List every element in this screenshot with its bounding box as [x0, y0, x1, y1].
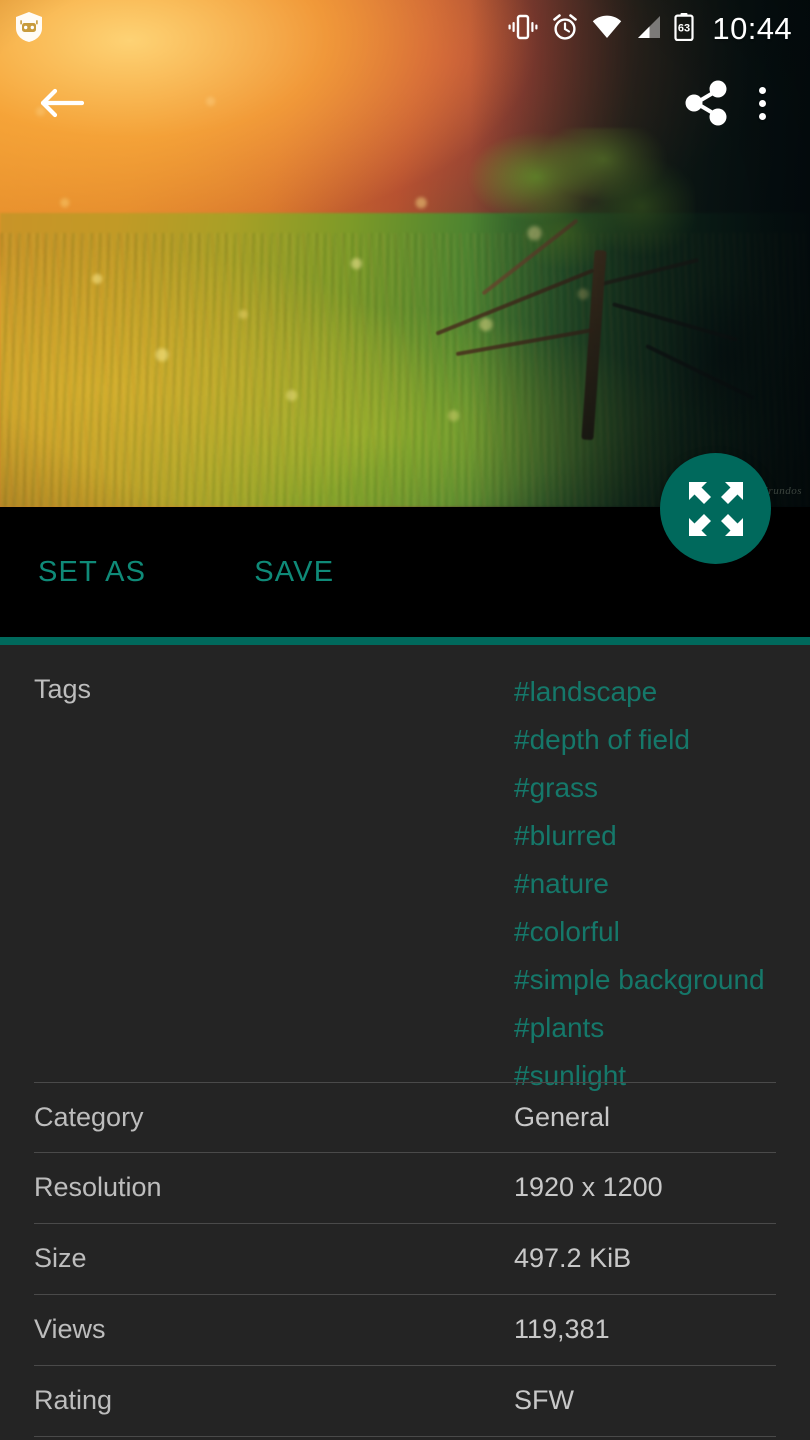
views-row: Views 119,381: [0, 1295, 810, 1366]
rating-value: SFW: [514, 1385, 574, 1415]
fullscreen-fab-button[interactable]: [660, 453, 771, 564]
tags-label: Tags: [34, 674, 92, 704]
tag-item[interactable]: #grass: [514, 764, 765, 812]
resolution-row: Resolution 1920 x 1200: [0, 1153, 810, 1224]
resolution-value: 1920 x 1200: [514, 1172, 663, 1202]
save-button[interactable]: SAVE: [254, 542, 334, 603]
more-options-button[interactable]: [738, 72, 786, 134]
wallpaper-detail-screen: hirundos 63 10:44 SET AS SAVE Tags #land…: [0, 0, 810, 1440]
rating-label: Rating: [34, 1385, 113, 1415]
back-button[interactable]: [30, 72, 92, 134]
share-button[interactable]: [676, 72, 738, 134]
shield-robot-icon: [16, 11, 42, 47]
wifi-icon: [592, 15, 622, 44]
size-row: Size 497.2 KiB: [0, 1224, 810, 1295]
status-bar-clock: 10:44: [712, 11, 792, 46]
app-bar: [0, 58, 810, 148]
set-as-button[interactable]: SET AS: [38, 542, 146, 603]
views-label: Views: [34, 1314, 106, 1344]
more-options-icon: [758, 84, 766, 123]
tag-item[interactable]: #blurred: [514, 812, 765, 860]
vibrate-icon: [508, 14, 538, 45]
status-bar-left: [16, 11, 42, 47]
share-icon: [685, 80, 727, 126]
size-value: 497.2 KiB: [514, 1243, 632, 1273]
tag-item[interactable]: #colorful: [514, 908, 765, 956]
fullscreen-expand-icon: [688, 481, 743, 536]
views-value: 119,381: [514, 1314, 610, 1344]
status-bar-right: 63 10:44: [508, 11, 792, 47]
details-panel: Tags #landscape #depth of field #grass #…: [0, 645, 810, 1440]
status-bar: 63 10:44: [0, 0, 810, 58]
size-label: Size: [34, 1243, 87, 1273]
category-label: Category: [34, 1102, 144, 1132]
tags-row: Tags #landscape #depth of field #grass #…: [0, 645, 810, 1090]
battery-icon: 63: [674, 12, 695, 46]
alarm-icon: [551, 13, 579, 46]
resolution-label: Resolution: [34, 1172, 162, 1202]
svg-text:63: 63: [678, 22, 690, 34]
tag-item[interactable]: #plants: [514, 1004, 765, 1052]
category-row: Category General: [0, 1083, 810, 1153]
tag-item[interactable]: #landscape: [514, 668, 765, 716]
row-divider: [34, 1436, 776, 1437]
rating-row: Rating SFW: [0, 1366, 810, 1437]
tag-item[interactable]: #simple background: [514, 956, 765, 1004]
tag-list: #landscape #depth of field #grass #blurr…: [514, 645, 765, 1100]
back-arrow-icon: [40, 88, 84, 118]
tag-item[interactable]: #nature: [514, 860, 765, 908]
accent-divider: [0, 637, 810, 645]
category-value: General: [514, 1102, 611, 1132]
cellular-signal-icon: [635, 15, 661, 44]
tag-item[interactable]: #depth of field: [514, 716, 765, 764]
